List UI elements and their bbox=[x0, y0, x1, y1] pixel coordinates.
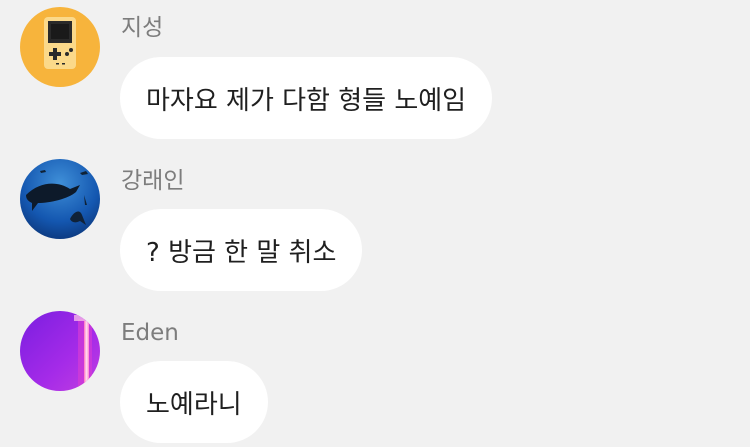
sender-name: 지성 bbox=[121, 15, 164, 41]
message-bubble[interactable]: 노예라니 bbox=[120, 361, 268, 443]
purple-light-icon bbox=[20, 311, 100, 391]
message-bubble[interactable]: 마자요 제가 다함 형들 노예임 bbox=[120, 57, 493, 139]
avatar[interactable] bbox=[20, 159, 100, 239]
gameboy-icon bbox=[20, 7, 100, 87]
sender-name: 강래인 bbox=[121, 168, 185, 194]
message-bubble[interactable]: ? 방금 한 말 취소 bbox=[120, 209, 363, 291]
shark-icon bbox=[20, 159, 100, 239]
avatar[interactable] bbox=[20, 311, 100, 391]
sender-name: Eden bbox=[121, 320, 179, 346]
avatar[interactable] bbox=[20, 7, 100, 87]
